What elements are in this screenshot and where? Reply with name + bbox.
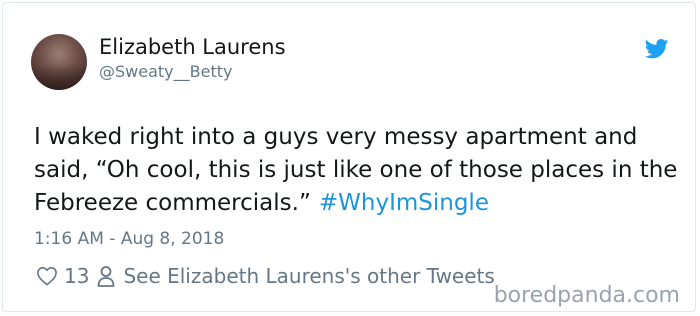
avatar[interactable] xyxy=(31,34,87,90)
twitter-bird-icon[interactable] xyxy=(645,39,669,59)
tweet-timestamp[interactable]: 1:16 AM - Aug 8, 2018 xyxy=(34,229,224,249)
tweet-text: I waked right into a guys very messy apa… xyxy=(34,121,684,220)
other-tweets-link[interactable]: See Elizabeth Laurens's other Tweets xyxy=(123,264,494,288)
avatar-shading xyxy=(31,64,87,90)
person-icon xyxy=(98,266,115,287)
like-count[interactable]: 13 xyxy=(64,264,89,288)
tweet-card: Elizabeth Laurens @Sweaty__Betty I waked… xyxy=(2,2,696,312)
author-name[interactable]: Elizabeth Laurens xyxy=(99,35,286,59)
tweet-actions: 13 See Elizabeth Laurens's other Tweets xyxy=(36,263,495,289)
hashtag-link[interactable]: #WhyImSingle xyxy=(319,190,489,216)
author-handle[interactable]: @Sweaty__Betty xyxy=(99,62,232,81)
heart-icon[interactable] xyxy=(36,266,58,286)
watermark: boredpanda.com xyxy=(493,283,680,308)
